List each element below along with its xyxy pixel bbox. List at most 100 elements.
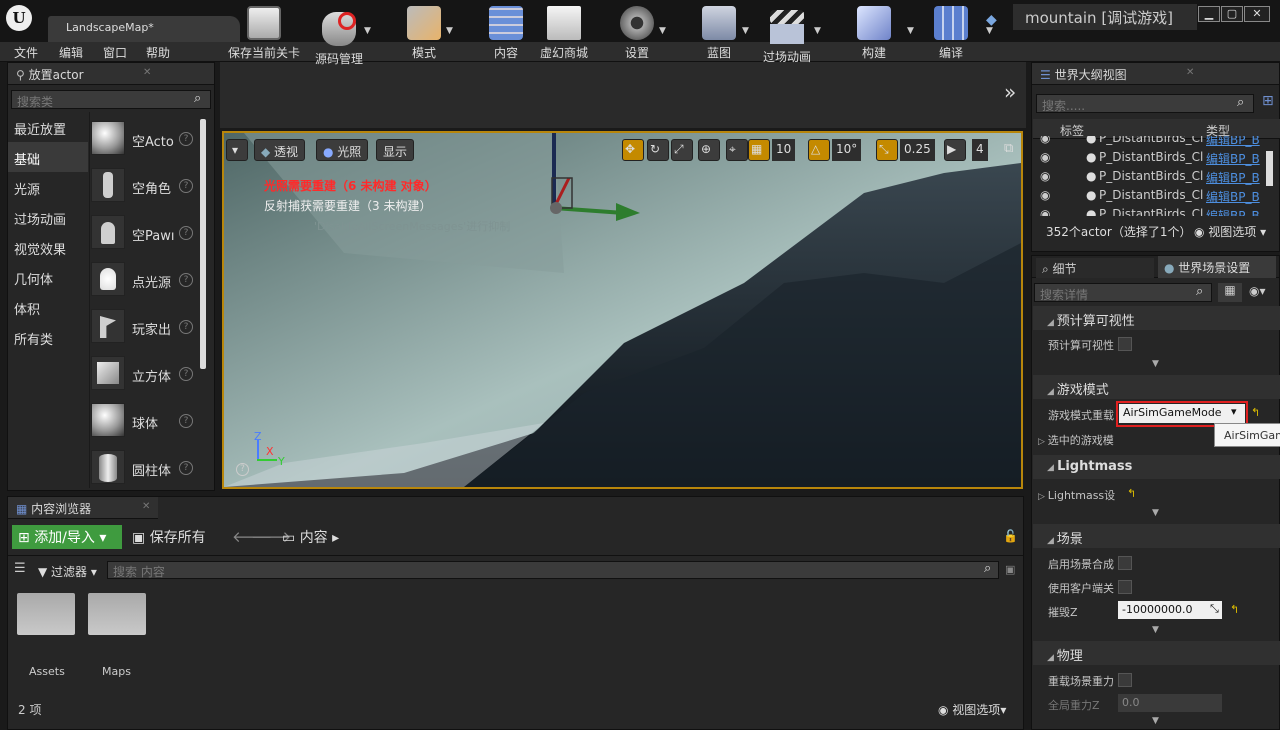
level-viewport[interactable]: ▾ ◆ 透视 ● 光照 显示 ✥ ↻ ⤢ ⊕ ⌖ ▦ 10 △ 10° ⤡ 0.… xyxy=(222,131,1023,489)
reset-to-default-icon[interactable]: ↰ xyxy=(1230,603,1239,616)
item-sphere[interactable]: 球体 xyxy=(132,413,158,432)
eye-icon[interactable]: ◉ xyxy=(1040,150,1050,164)
table-row[interactable]: ◉ ● P_DistantBirds_Cl 编辑BP_B xyxy=(1040,136,1274,150)
grid-snap-icon[interactable]: ▦ xyxy=(748,139,770,161)
item-player-start[interactable]: 玩家出 xyxy=(132,319,171,338)
category-basic[interactable]: 基础 xyxy=(8,142,88,172)
maximize-viewport-icon[interactable]: ⧉ xyxy=(1004,141,1013,156)
camera-speed-icon[interactable]: ▶ xyxy=(944,139,966,161)
scale-snap-value[interactable]: 0.25 xyxy=(900,139,935,161)
toolbar-overflow-button[interactable]: » xyxy=(1004,80,1016,104)
lock-icon[interactable]: 🔓 xyxy=(1003,529,1018,543)
show-flags-button[interactable]: 显示 xyxy=(376,139,415,161)
help-icon[interactable]: ? xyxy=(179,414,193,428)
place-actors-tab[interactable]: ⚲ 放置actor ✕ xyxy=(8,63,214,85)
menu-help[interactable]: 帮助 xyxy=(146,44,170,61)
content-browser-tab[interactable]: ▦ 内容浏览器 ✕ xyxy=(8,497,158,519)
folder-maps-label[interactable]: Maps xyxy=(102,665,131,678)
show-advanced-icon[interactable]: ▼ xyxy=(1032,625,1279,637)
help-icon[interactable]: ? xyxy=(179,461,193,475)
world-space-icon[interactable]: ⊕ xyxy=(698,139,720,161)
rotate-tool-icon[interactable]: ↻ xyxy=(647,139,669,161)
table-row[interactable]: ◉ ● P_DistantBirds_Cl 编辑BP_B xyxy=(1040,207,1274,216)
grid-snap-value[interactable]: 10 xyxy=(772,139,796,161)
show-advanced-icon[interactable]: ▼ xyxy=(1032,716,1279,728)
menu-window[interactable]: 窗口 xyxy=(103,44,127,61)
chevron-down-icon[interactable]: ▼ xyxy=(907,26,914,36)
content-view-options[interactable]: ◉ 视图选项▾ xyxy=(938,701,1006,718)
chevron-down-icon[interactable]: ▼ xyxy=(814,26,821,36)
compile-button[interactable]: 编译 xyxy=(924,0,978,66)
rotation-snap-value[interactable]: 10° xyxy=(832,139,862,161)
content-button[interactable]: 内容 xyxy=(484,0,528,66)
outliner-view-options[interactable]: ◉ 视图选项 ▾ xyxy=(1194,223,1266,240)
scale-tool-icon[interactable]: ⤢ xyxy=(671,139,693,161)
category-visual-effects[interactable]: 视觉效果 xyxy=(8,232,88,262)
edit-blueprint-link[interactable]: 编辑BP_B xyxy=(1206,150,1264,167)
help-icon[interactable]: ? xyxy=(179,367,193,381)
chevron-down-icon[interactable]: ▼ xyxy=(986,26,993,36)
cinematics-button[interactable]: 过场动画 xyxy=(758,0,816,66)
eye-icon[interactable]: ◉ xyxy=(1040,188,1050,202)
world-settings-tab[interactable]: ● 世界场景设置 xyxy=(1158,256,1276,278)
eye-icon[interactable]: ◉ xyxy=(1040,169,1050,183)
edit-blueprint-link[interactable]: 编辑BP_B xyxy=(1206,207,1264,216)
close-icon[interactable]: ✕ xyxy=(143,67,151,78)
menu-file[interactable]: 文件 xyxy=(14,44,38,61)
table-row[interactable]: ◉ ● P_DistantBirds_Cl 编辑BP_B xyxy=(1040,188,1274,207)
help-icon[interactable]: ? xyxy=(179,179,193,193)
folder-icon[interactable] xyxy=(88,593,146,635)
enable-world-composition-checkbox[interactable] xyxy=(1118,556,1132,570)
table-row[interactable]: ◉ ● P_DistantBirds_Cl 编辑BP_B xyxy=(1040,150,1274,169)
eye-icon[interactable]: ◉ xyxy=(1040,136,1050,145)
table-row[interactable]: ◉ ● P_DistantBirds_Cl 编辑BP_B xyxy=(1040,169,1274,188)
menu-edit[interactable]: 编辑 xyxy=(59,44,83,61)
add-import-button[interactable]: ⊞ 添加/导入 ▾ xyxy=(12,525,122,549)
lit-mode-button[interactable]: ● 光照 xyxy=(316,139,369,161)
show-advanced-icon[interactable]: ▼ xyxy=(1032,508,1279,520)
details-tab[interactable]: ⌕ 细节 xyxy=(1036,258,1154,278)
surface-snap-icon[interactable]: ⌖ xyxy=(726,139,748,161)
kill-z-input[interactable]: -10000000.0 ⤡ xyxy=(1118,601,1222,619)
edit-blueprint-link[interactable]: 编辑BP_B xyxy=(1206,188,1264,205)
reset-to-default-icon[interactable]: ↰ xyxy=(1127,487,1136,500)
section-world[interactable]: ◢ 场景 xyxy=(1033,524,1280,548)
use-client-side-checkbox[interactable] xyxy=(1118,580,1132,594)
category-geometry[interactable]: 几何体 xyxy=(8,262,88,292)
rotation-snap-icon[interactable]: △ xyxy=(808,139,830,161)
chevron-down-icon[interactable]: ▼ xyxy=(742,26,749,36)
details-search-input[interactable]: 搜索详情 xyxy=(1034,283,1212,302)
save-all-button[interactable]: ▣ 保存所有 xyxy=(132,527,206,547)
category-all-classes[interactable]: 所有类 xyxy=(8,322,88,352)
camera-speed-value[interactable]: 4 xyxy=(972,139,988,161)
lightmass-settings-row[interactable]: ▷ Lightmass设 xyxy=(1038,487,1118,503)
help-icon[interactable]: ? xyxy=(179,320,193,334)
item-cylinder[interactable]: 圆柱体 xyxy=(132,460,171,479)
blueprints-button[interactable]: 蓝图 xyxy=(695,0,743,66)
chevron-down-icon[interactable]: ▼ xyxy=(446,26,453,36)
item-cube[interactable]: 立方体 xyxy=(132,366,171,385)
section-lightmass[interactable]: ◢ Lightmass xyxy=(1033,455,1280,479)
category-lights[interactable]: 光源 xyxy=(8,172,88,202)
filters-button[interactable]: ▼ 过滤器 ▾ xyxy=(38,563,97,580)
chevron-down-icon[interactable]: ▼ xyxy=(364,26,371,36)
outliner-search-input[interactable]: 搜索..... xyxy=(1036,94,1254,113)
help-icon[interactable]: ? xyxy=(236,463,249,476)
save-level-button[interactable]: 保存当前关卡 xyxy=(224,0,304,66)
sources-panel-icon[interactable]: ☰ xyxy=(14,561,26,576)
reset-to-default-icon[interactable]: ↰ xyxy=(1251,406,1260,419)
marketplace-button[interactable]: 虚幻商城 xyxy=(534,0,594,66)
maximize-button[interactable]: ▢ xyxy=(1221,6,1243,22)
viewport-options-button[interactable]: ▾ xyxy=(226,139,248,161)
level-document-tab[interactable]: LandscapeMap* xyxy=(48,16,240,42)
minimize-button[interactable]: ▁ xyxy=(1198,6,1220,22)
edit-blueprint-link[interactable]: 编辑BP_B xyxy=(1206,169,1264,186)
global-gravity-z-input[interactable]: 0.0 xyxy=(1118,694,1222,712)
folder-assets-label[interactable]: Assets xyxy=(29,665,65,678)
source-control-button[interactable]: 源码管理 xyxy=(306,0,372,66)
precomputed-visibility-checkbox[interactable] xyxy=(1118,337,1132,351)
save-search-icon[interactable]: ▣ xyxy=(1005,563,1015,576)
property-matrix-icon[interactable]: ▦ xyxy=(1218,283,1242,302)
item-scrollbar[interactable] xyxy=(200,119,206,369)
item-empty-actor[interactable]: 空Acto xyxy=(132,131,174,150)
